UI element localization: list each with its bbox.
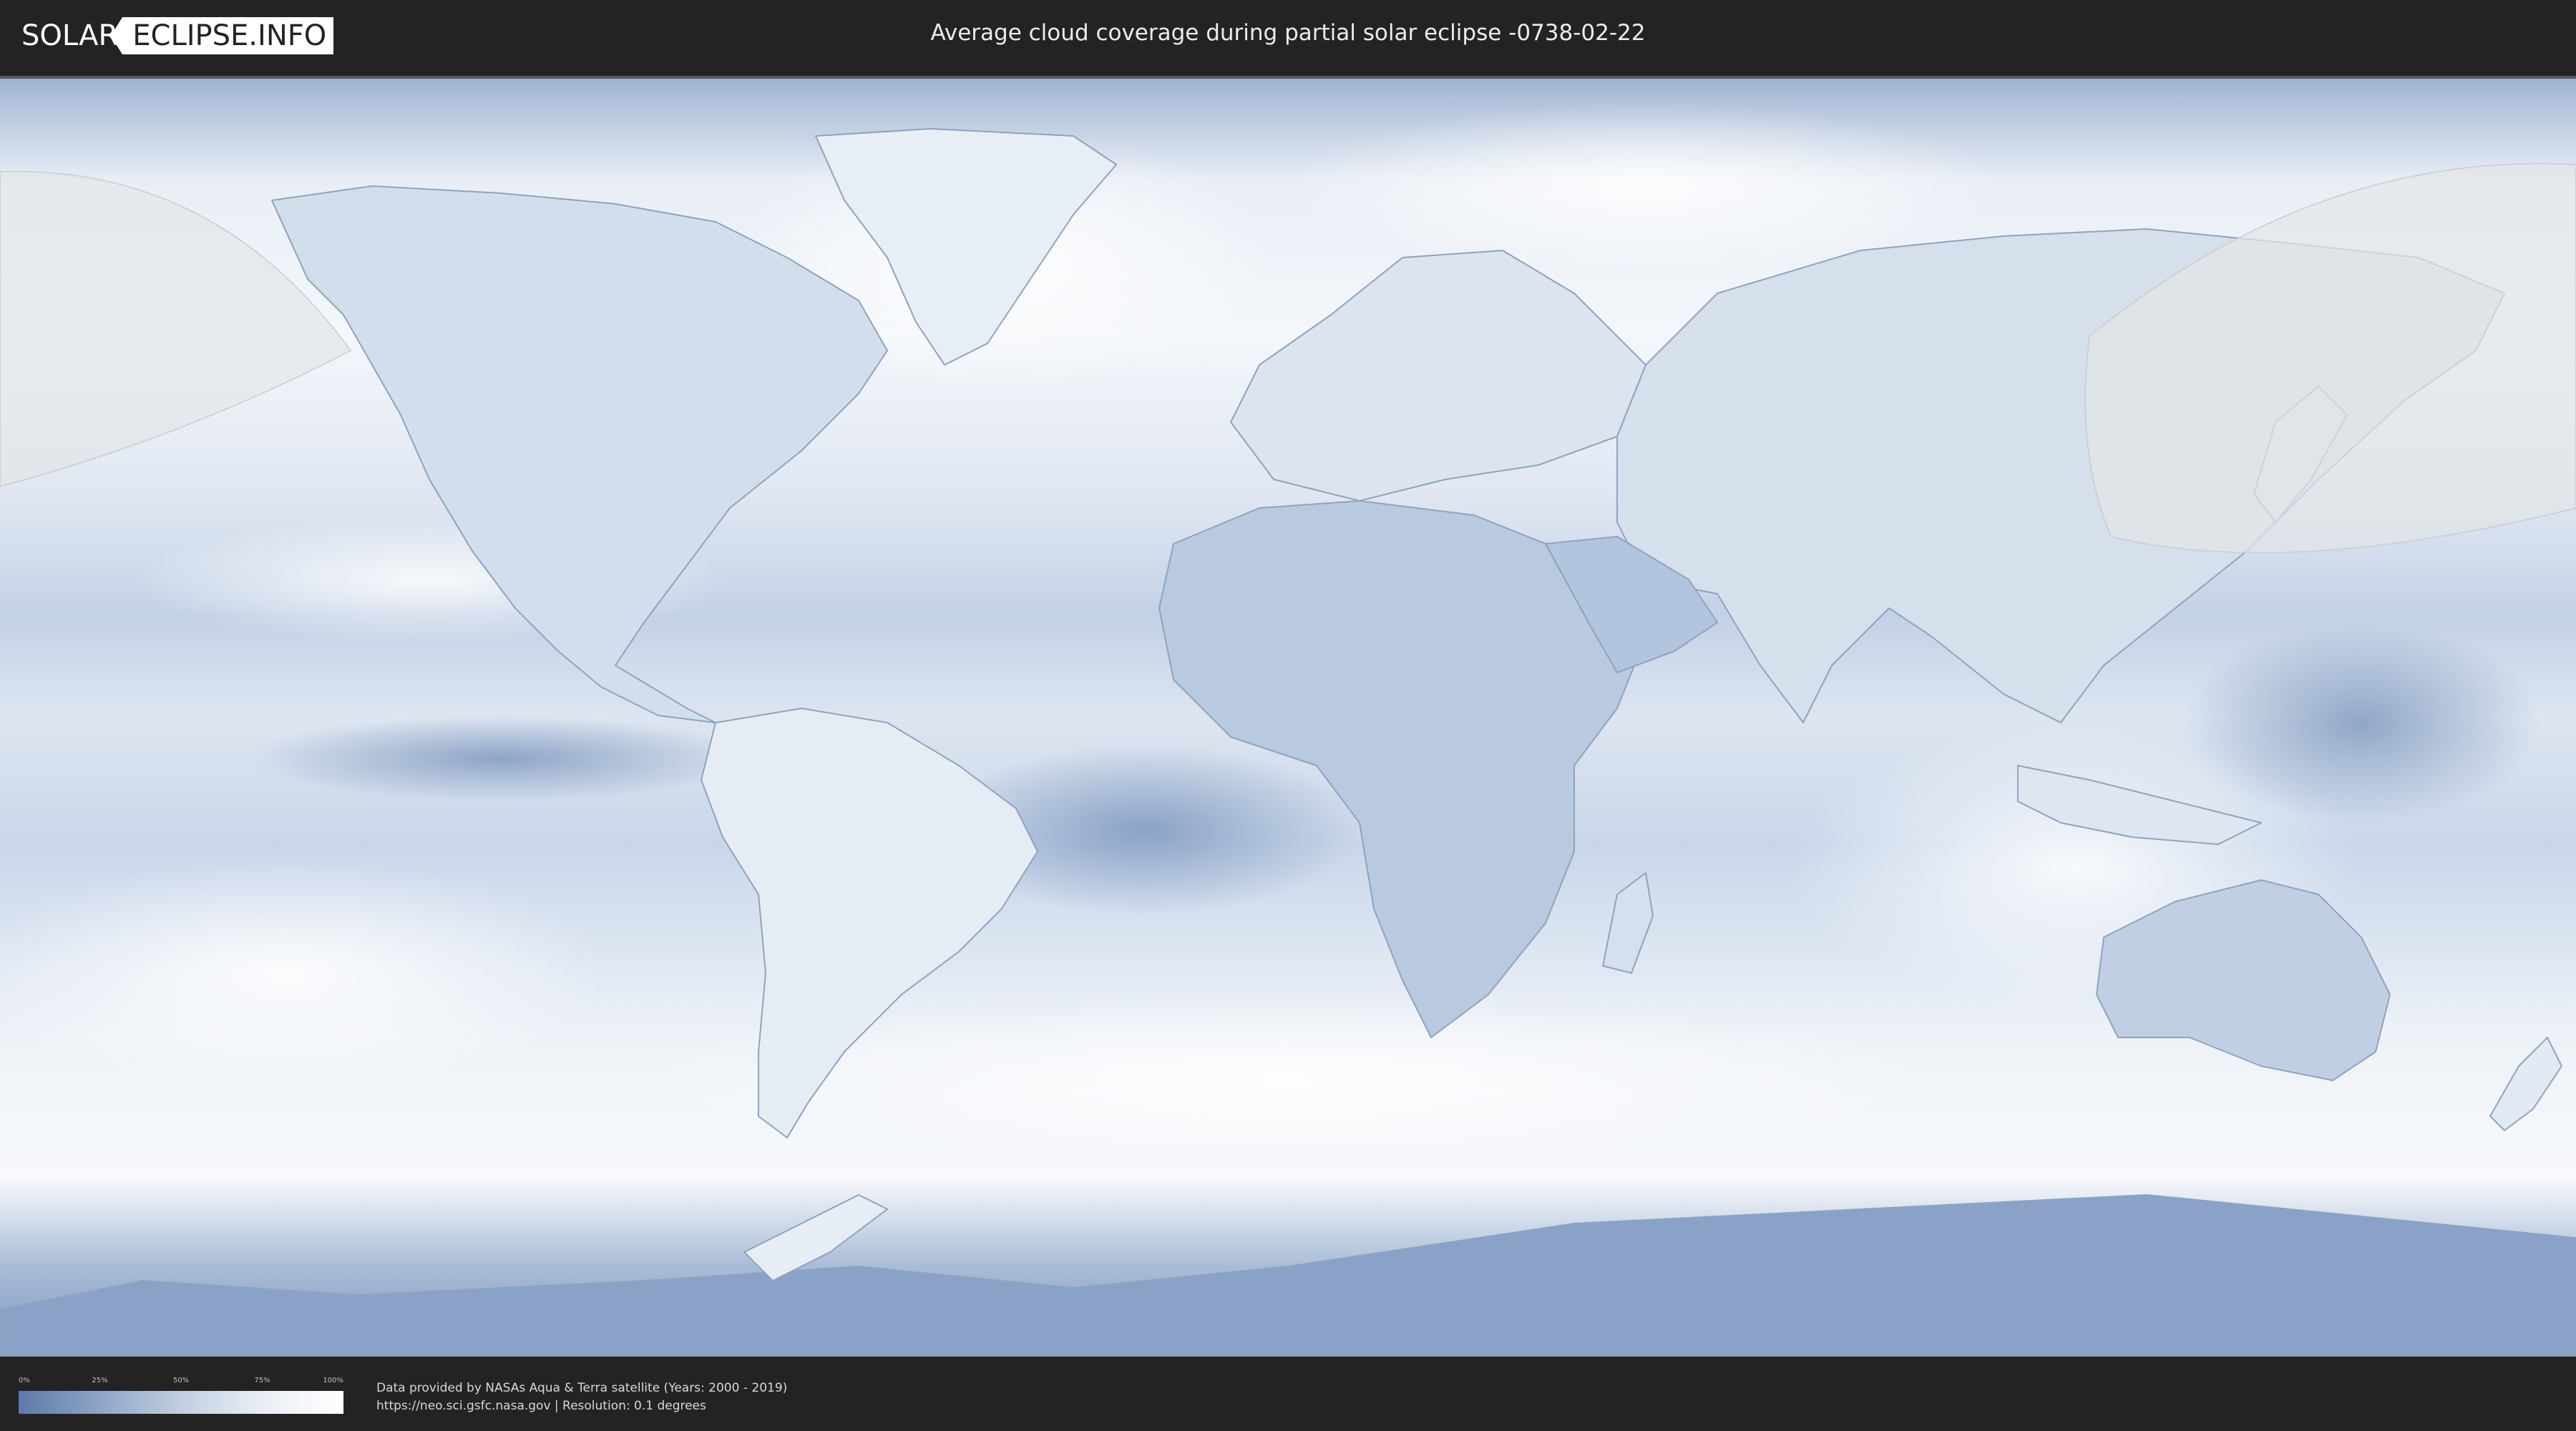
legend-tick-labels: 0% 25% 50% 75% 100% xyxy=(19,1377,343,1387)
legend-tick-50: 50% xyxy=(172,1377,190,1384)
legend-tick-100: 100% xyxy=(323,1377,343,1384)
credit-line-url[interactable]: https://neo.sci.gsfc.nasa.gov | Resoluti… xyxy=(376,1397,787,1415)
cloud-coverage-legend-bar xyxy=(19,1391,343,1414)
legend-tick-0: 0% xyxy=(19,1377,30,1384)
cloud-coverage-map xyxy=(0,76,2576,1357)
header-bar: SOLAR ECLIPSE.INFO Average cloud coverag… xyxy=(0,0,2576,72)
map-svg xyxy=(0,79,2576,1357)
page-title: Average cloud coverage during partial so… xyxy=(930,20,1646,46)
data-credits: Data provided by NASAs Aqua & Terra sate… xyxy=(376,1379,787,1415)
legend-tick-75: 75% xyxy=(254,1377,270,1384)
legend-tick-25: 25% xyxy=(92,1377,108,1384)
credit-line-source: Data provided by NASAs Aqua & Terra sate… xyxy=(376,1381,788,1395)
